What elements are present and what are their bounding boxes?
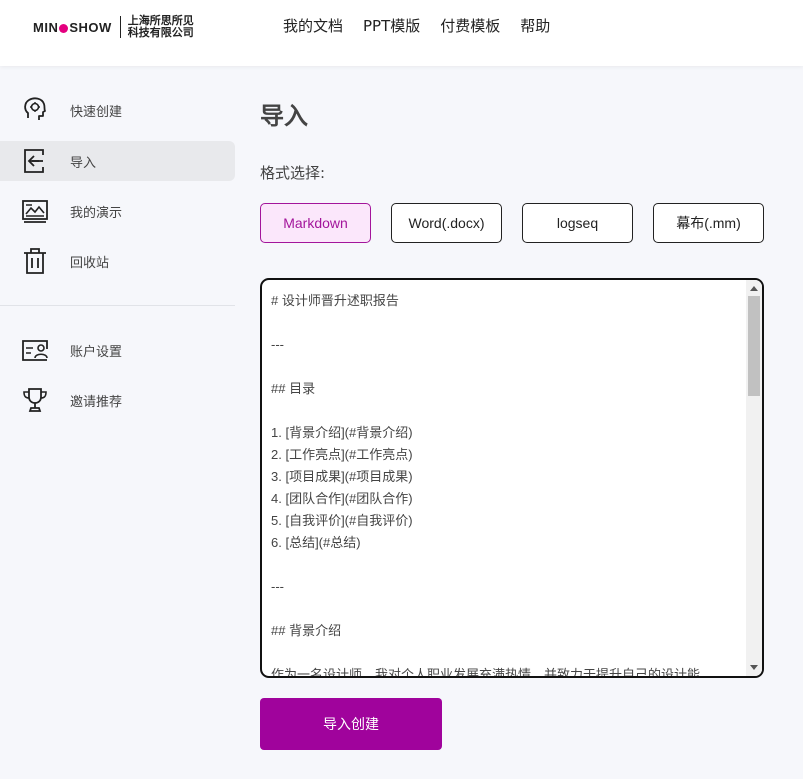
format-mubu-button[interactable]: 幕布(.mm) — [653, 203, 764, 243]
format-word-button[interactable]: Word(.docx) — [391, 203, 502, 243]
format-logseq-button[interactable]: logseq — [522, 203, 633, 243]
sidebar-item-account-settings[interactable]: 账户设置 — [0, 330, 235, 370]
sidebar-item-import[interactable]: 导入 — [0, 141, 235, 181]
nav-help[interactable]: 帮助 — [520, 16, 550, 36]
top-nav: 我的文档 PPT模版 付费模板 帮助 — [283, 16, 570, 36]
logo-separator — [119, 16, 121, 38]
logo-company-name: 上海所思所见 科技有限公司 — [127, 14, 194, 39]
sidebar-item-quick-create[interactable]: 快速创建 — [0, 90, 235, 130]
logo-word: MIN SHOW — [33, 19, 112, 35]
sidebar-divider — [0, 305, 235, 306]
sidebar-item-trash[interactable]: 回收站 — [0, 241, 235, 281]
nav-paid-templates[interactable]: 付费模板 — [440, 16, 500, 36]
logo-dot-icon — [59, 23, 69, 33]
page-title: 导入 — [260, 102, 308, 130]
scroll-down-arrow-icon[interactable] — [750, 665, 758, 670]
mindshow-logo[interactable]: MIN SHOW 上海所思所见 科技有限公司 — [33, 14, 194, 40]
sidebar-item-invite[interactable]: 邀请推荐 — [0, 380, 235, 420]
sidebar-item-label: 快速创建 — [70, 104, 123, 120]
sidebar-item-my-presentations[interactable]: 我的演示 — [0, 191, 235, 231]
head-idea-icon — [24, 97, 46, 120]
trophy-icon — [23, 388, 47, 412]
markdown-textarea[interactable]: # 设计师晋升述职报告 --- ## 目录 1. [背景介绍](#背景介绍) 2… — [260, 278, 764, 678]
import-create-button[interactable]: 导入创建 — [260, 698, 442, 750]
format-markdown-button[interactable]: Markdown — [260, 203, 371, 243]
scroll-thumb[interactable] — [748, 296, 760, 396]
import-icon — [24, 149, 45, 173]
sidebar-item-label: 导入 — [70, 155, 97, 171]
trash-icon — [24, 248, 46, 274]
account-card-icon — [22, 340, 48, 361]
format-select-label: 格式选择: — [260, 164, 326, 182]
presentation-icon — [22, 200, 48, 223]
editor-scrollbar[interactable] — [746, 280, 762, 676]
nav-my-documents[interactable]: 我的文档 — [283, 16, 343, 36]
sidebar-item-label: 账户设置 — [70, 344, 123, 360]
scroll-up-arrow-icon[interactable] — [750, 286, 758, 291]
top-bar: MIN SHOW 上海所思所见 科技有限公司 我的文档 PPT模版 付费模板 帮助 — [0, 0, 803, 66]
editor-content: # 设计师晋升述职报告 --- ## 目录 1. [背景介绍](#背景介绍) 2… — [271, 293, 701, 678]
sidebar-item-label: 邀请推荐 — [70, 394, 123, 410]
sidebar-item-label: 回收站 — [70, 255, 110, 271]
sidebar-item-label: 我的演示 — [70, 205, 123, 221]
nav-ppt-templates[interactable]: PPT模版 — [363, 16, 420, 36]
